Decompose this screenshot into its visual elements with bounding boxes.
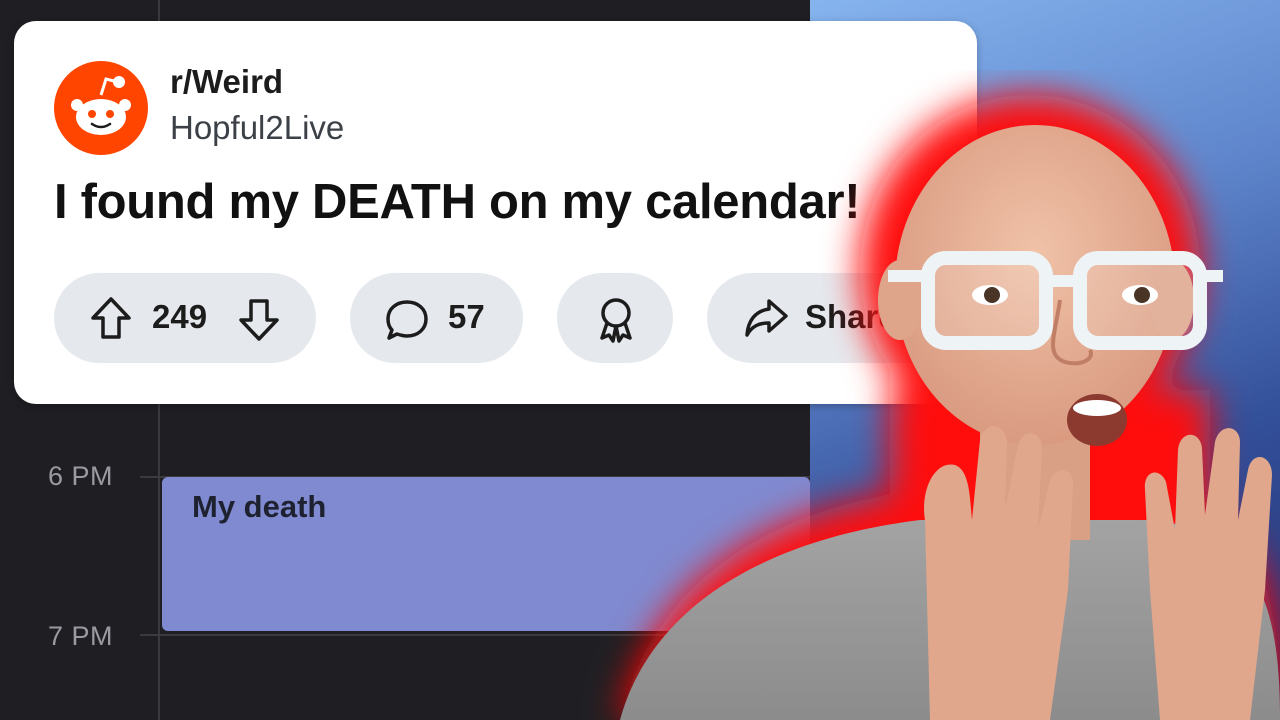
time-label-6pm: 6 PM <box>48 461 114 491</box>
downvote-icon[interactable] <box>236 297 282 343</box>
event-title: My death <box>192 489 327 524</box>
time-label-7pm: 7 PM <box>48 621 114 651</box>
comments-button[interactable]: 57 <box>350 273 523 363</box>
reddit-logo-icon <box>54 61 148 155</box>
vote-count: 249 <box>152 298 208 335</box>
subreddit-name[interactable]: r/Weird <box>170 63 283 101</box>
comment-icon <box>386 300 428 340</box>
vote-bar: 249 <box>54 273 316 363</box>
upvote-icon[interactable] <box>88 295 134 341</box>
shocked-man-photo <box>620 95 1280 720</box>
post-author[interactable]: Hopful2Live <box>170 109 344 147</box>
comment-count: 57 <box>448 298 485 335</box>
